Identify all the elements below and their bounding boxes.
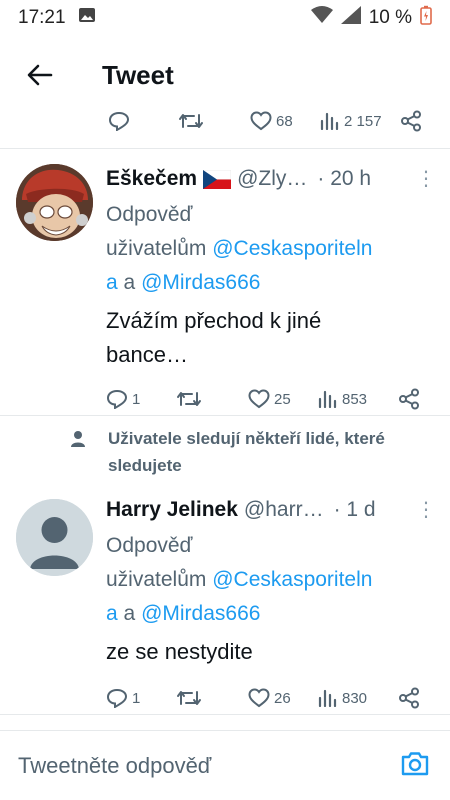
avatar[interactable] — [16, 164, 93, 241]
views-icon — [318, 390, 337, 408]
mention-link[interactable]: @Ceskasporiteln — [212, 568, 372, 591]
mention-link-continued[interactable]: a — [106, 602, 118, 625]
views-button[interactable]: 853 — [318, 390, 398, 408]
reply-prefix: Odpověď — [106, 203, 193, 226]
reply-button[interactable]: 1 — [106, 688, 176, 708]
tweet-time[interactable]: · 20 h — [317, 167, 371, 191]
author-handle[interactable]: @harr… — [244, 498, 324, 522]
heart-icon — [248, 688, 270, 708]
share-button[interactable] — [398, 388, 420, 410]
reply-context: Odpověď uživatelům @Ceskasporiteln a a @… — [106, 529, 436, 631]
reply-button[interactable]: 1 — [106, 389, 176, 409]
share-icon — [401, 110, 421, 132]
social-context: Uživatele sledují někteří lidé, které sl… — [70, 425, 430, 479]
avatar[interactable] — [16, 499, 93, 576]
like-count: 68 — [276, 112, 293, 130]
views-icon — [320, 112, 339, 130]
tweet-header: Eškečem @Zly… · 20 h ⋮ — [106, 164, 436, 194]
more-options-icon[interactable]: ⋮ — [416, 169, 436, 189]
view-count: 2 157 — [344, 112, 382, 130]
reply-prefix: Odpověď — [106, 534, 193, 557]
reply-to-label: uživatelům — [106, 237, 207, 260]
tweet-actions: 1 25 853 — [106, 384, 426, 414]
view-count: 830 — [342, 689, 368, 707]
retweet-icon — [179, 114, 203, 128]
battery-icon — [420, 5, 432, 31]
heart-icon — [248, 389, 270, 409]
share-button[interactable] — [400, 110, 422, 132]
views-button[interactable]: 830 — [318, 689, 398, 707]
signal-icon — [340, 6, 361, 30]
author-handle[interactable]: @Zly… — [237, 167, 307, 191]
mention-link[interactable]: @Mirdas666 — [141, 271, 260, 294]
social-context-text: Uživatele sledují někteří lidé, které sl… — [108, 429, 385, 475]
battery-percent: 10 % — [368, 7, 412, 28]
status-bar: 17:21 10 % — [0, 0, 450, 36]
gallery-notification-icon — [78, 7, 96, 29]
retweet-button[interactable] — [176, 688, 248, 708]
tweet-text: ze se nestydite — [106, 639, 253, 664]
mention-link-continued[interactable]: a — [106, 271, 118, 294]
reply-compose-bar[interactable]: Tweetněte odpověď — [0, 730, 450, 800]
tweet-header: Harry Jelinek @harr… · 1 d ⋮ — [106, 495, 436, 525]
author-name[interactable]: Eškečem — [106, 167, 197, 191]
mention-link[interactable]: @Ceskasporiteln — [212, 237, 372, 260]
back-arrow-icon — [27, 64, 53, 86]
person-icon — [70, 429, 86, 456]
tweet-time[interactable]: · 1 d — [334, 498, 376, 522]
divider — [0, 714, 450, 715]
view-count: 853 — [342, 390, 368, 408]
like-button[interactable]: 68 — [250, 111, 320, 131]
divider — [0, 415, 450, 416]
reply-icon — [106, 688, 128, 708]
previous-tweet-actions: 68 2 157 — [108, 106, 428, 136]
reply-button[interactable] — [108, 111, 178, 131]
more-options-icon[interactable]: ⋮ — [416, 500, 436, 520]
retweet-button[interactable] — [176, 389, 248, 409]
share-icon — [399, 687, 419, 709]
page-title: Tweet — [102, 59, 174, 90]
reply-icon — [108, 111, 130, 131]
reply-icon — [106, 389, 128, 409]
share-icon — [399, 388, 419, 410]
like-button[interactable]: 26 — [248, 688, 318, 708]
heart-icon — [250, 111, 272, 131]
views-icon — [318, 689, 337, 707]
reply-input[interactable]: Tweetněte odpověď — [18, 753, 211, 779]
back-button[interactable] — [18, 53, 62, 97]
status-time: 17:21 — [18, 7, 66, 28]
reply-count: 1 — [132, 689, 141, 707]
tweet-text: Zvážím přechod k jiné bance… — [106, 308, 322, 367]
tweet-actions: 1 26 830 — [106, 683, 426, 713]
app-bar: Tweet — [0, 44, 450, 106]
like-count: 26 — [274, 689, 291, 707]
retweet-icon — [177, 691, 201, 705]
reply-context: Odpověď uživatelům @Ceskasporiteln a a @… — [106, 198, 436, 300]
and-label: a — [123, 271, 136, 294]
reply-count: 1 — [132, 390, 141, 408]
retweet-icon — [177, 392, 201, 406]
retweet-button[interactable] — [178, 111, 250, 131]
czech-flag-icon — [203, 169, 232, 189]
divider — [0, 148, 450, 149]
like-count: 25 — [274, 390, 291, 408]
camera-icon[interactable] — [400, 751, 430, 782]
reply-to-label: uživatelům — [106, 568, 207, 591]
and-label: a — [123, 602, 136, 625]
wifi-icon — [310, 6, 333, 30]
views-button[interactable]: 2 157 — [320, 112, 400, 130]
share-button[interactable] — [398, 687, 420, 709]
mention-link[interactable]: @Mirdas666 — [141, 602, 260, 625]
author-name[interactable]: Harry Jelinek — [106, 498, 238, 522]
default-avatar-icon — [16, 499, 93, 576]
like-button[interactable]: 25 — [248, 389, 318, 409]
